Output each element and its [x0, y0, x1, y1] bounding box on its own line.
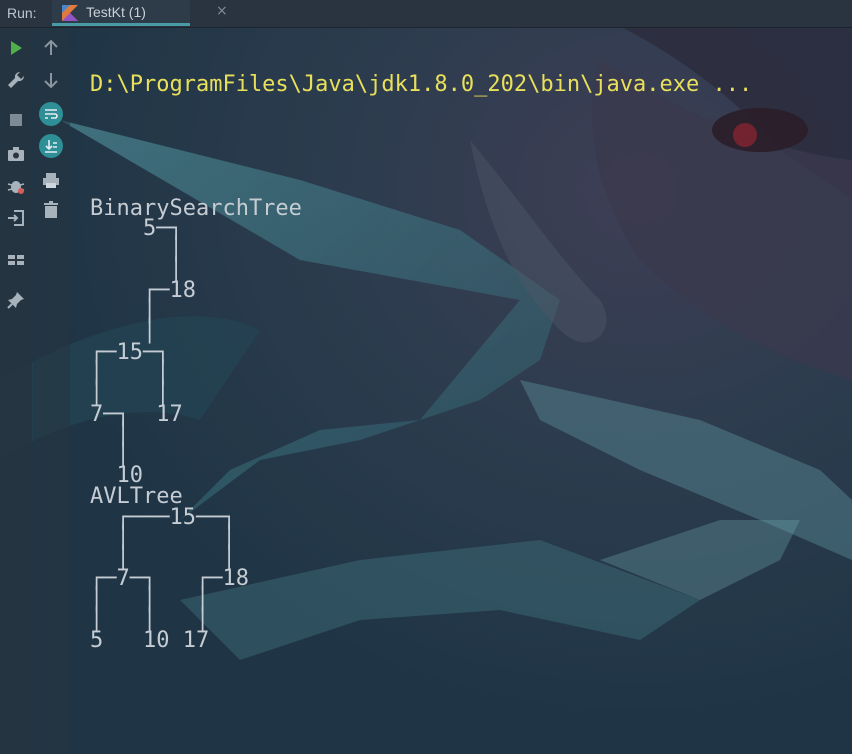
debug-icon[interactable] [6, 176, 26, 196]
console-line: │ │ [90, 360, 170, 386]
console-line: │ [90, 422, 130, 448]
run-toolwindow-header: Run: TestKt (1) × [0, 0, 852, 28]
console-line: ┌─18 [90, 278, 196, 304]
console-output[interactable]: D:\ProgramFiles\Java\jdk1.8.0_202\bin\ja… [90, 34, 752, 672]
console-command-line: D:\ProgramFiles\Java\jdk1.8.0_202\bin\ja… [90, 72, 753, 98]
run-label: Run: [7, 5, 37, 21]
tab-testkt[interactable]: TestKt (1) × [52, 0, 228, 26]
kotlin-file-icon [62, 5, 78, 21]
console-line: 5─┐ [90, 216, 183, 242]
console-lines: BinarySearchTree 5─┐ │ │ ┌─18 │ │ ┌─15─┐ │… [90, 195, 752, 654]
console-line: 5 10 17 [90, 628, 210, 654]
print-icon[interactable] [41, 170, 61, 190]
pin-icon[interactable] [6, 290, 26, 310]
console-line: 7─┐ 17 [90, 401, 183, 427]
stop-icon[interactable] [6, 110, 26, 130]
wrench-icon[interactable] [6, 70, 26, 90]
console-line: │ │ [90, 381, 170, 407]
console-toolbar [33, 28, 70, 754]
console-line: │ [90, 319, 157, 345]
tab-label: TestKt (1) [86, 4, 146, 20]
run-toolbar [0, 28, 32, 754]
layout-icon[interactable] [6, 250, 26, 270]
console-line: BinarySearchTree [90, 195, 302, 221]
scroll-to-end-icon[interactable] [39, 134, 63, 158]
console-line: │ [90, 298, 157, 324]
tab-close-button[interactable]: × [216, 3, 228, 19]
run-icon[interactable] [6, 38, 26, 58]
exit-icon[interactable] [6, 208, 26, 228]
trash-icon[interactable] [41, 200, 61, 220]
arrow-up-icon[interactable] [41, 38, 61, 58]
camera-icon[interactable] [6, 144, 26, 164]
console-line: 10 [90, 463, 143, 489]
console-line: │ [90, 236, 183, 262]
console-line: ┌─15─┐ [90, 339, 170, 365]
soft-wrap-icon[interactable] [39, 102, 63, 126]
console-line: │ [90, 442, 130, 468]
arrow-down-icon[interactable] [41, 70, 61, 90]
